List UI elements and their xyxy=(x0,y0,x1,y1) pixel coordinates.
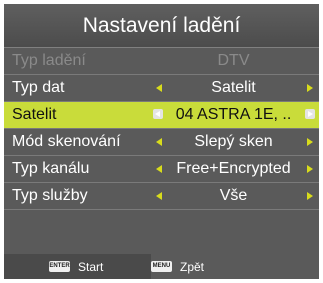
setting-value: Free+Encrypted xyxy=(176,160,291,177)
arrow-right-icon[interactable] xyxy=(307,84,313,92)
start-hint[interactable]: ENTER Start xyxy=(49,254,103,279)
start-hint-label: Start xyxy=(78,259,104,274)
setting-row-channel-type[interactable]: Typ kanálu Free+Encrypted xyxy=(4,156,319,183)
settings-list: Typ ladění DTV Typ dat Satelit Satelit 0… xyxy=(4,48,319,210)
arrow-left-icon[interactable] xyxy=(156,138,162,146)
setting-label: Satelit xyxy=(12,106,57,123)
enter-key-icon: ENTER xyxy=(49,261,70,272)
setting-row-service-type[interactable]: Typ služby Vše xyxy=(4,183,319,210)
back-hint[interactable]: MENU Zpět xyxy=(151,254,319,279)
tuning-settings-menu: Nastavení ladění Typ ladění DTV Typ dat … xyxy=(4,4,319,279)
setting-row-tuning-type: Typ ladění DTV xyxy=(4,48,319,75)
back-hint-label: Zpět xyxy=(180,259,205,274)
arrow-right-icon[interactable] xyxy=(307,192,313,200)
setting-label: Typ dat xyxy=(12,79,65,96)
setting-label: Typ služby xyxy=(12,187,88,204)
setting-value: Slepý sken xyxy=(194,133,273,150)
setting-value: Vše xyxy=(219,187,248,204)
arrow-left-icon[interactable] xyxy=(156,165,162,173)
setting-label: Mód skenování xyxy=(12,133,121,150)
arrow-right-icon[interactable] xyxy=(307,138,313,146)
setting-value: Satelit xyxy=(211,79,256,96)
setting-label: Typ kanálu xyxy=(12,160,90,177)
menu-title-bar: Nastavení ladění xyxy=(4,4,319,48)
setting-value: DTV xyxy=(217,52,250,69)
menu-title: Nastavení ladění xyxy=(82,13,241,37)
arrow-right-icon[interactable] xyxy=(305,109,315,119)
setting-row-data-type[interactable]: Typ dat Satelit xyxy=(4,75,319,102)
footer-hints: ENTER Start MENU Zpět xyxy=(4,254,319,279)
setting-value: 04 ASTRA 1E, .. xyxy=(175,106,292,123)
setting-row-scan-mode[interactable]: Mód skenování Slepý sken xyxy=(4,129,319,156)
arrow-left-icon[interactable] xyxy=(153,109,163,119)
setting-row-satellite[interactable]: Satelit 04 ASTRA 1E, .. xyxy=(4,102,319,129)
setting-label: Typ ladění xyxy=(12,52,86,69)
arrow-left-icon[interactable] xyxy=(156,192,162,200)
arrow-left-icon[interactable] xyxy=(156,84,162,92)
menu-key-icon: MENU xyxy=(151,261,172,272)
arrow-right-icon[interactable] xyxy=(307,165,313,173)
